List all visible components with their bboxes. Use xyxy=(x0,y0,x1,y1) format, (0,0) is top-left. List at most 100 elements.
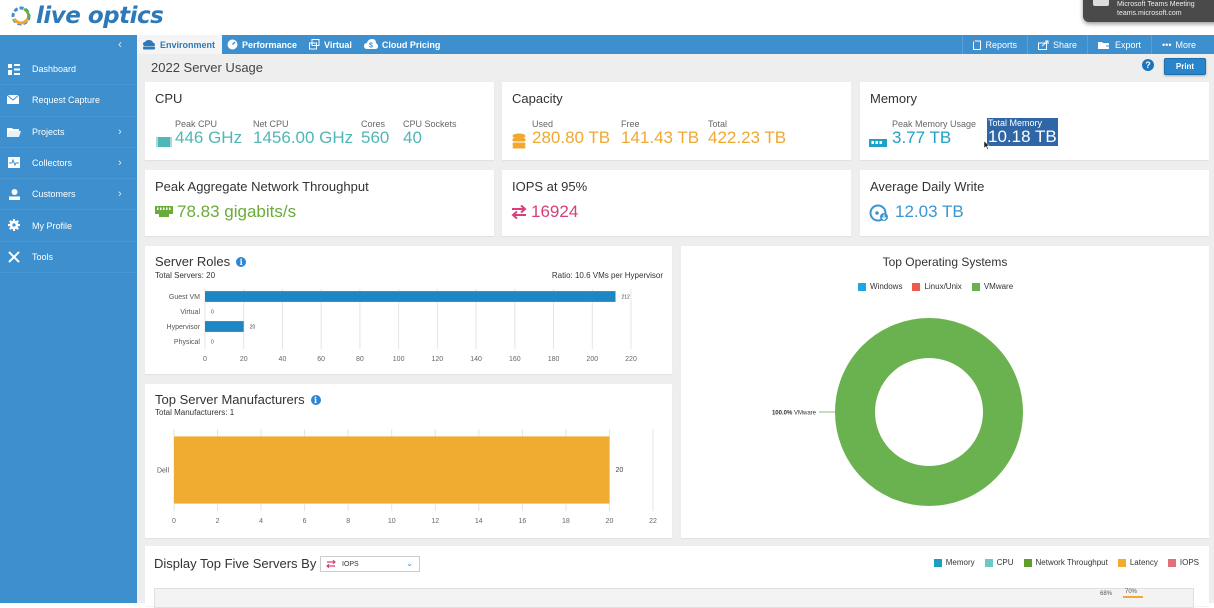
legend-item[interactable]: IOPS xyxy=(1167,558,1199,567)
teams-icon xyxy=(1093,0,1109,6)
metric-value: 10.18 TB xyxy=(988,127,1057,146)
sidebar-item-collectors[interactable]: Collectors › xyxy=(0,148,137,180)
bar-value-label: 0 xyxy=(211,340,214,346)
more-button[interactable]: ••• More xyxy=(1151,35,1206,54)
legend-item[interactable]: CPU xyxy=(984,558,1014,567)
sidebar-label: Request Capture xyxy=(32,95,101,106)
sidebar-item-tools[interactable]: Tools xyxy=(0,242,137,274)
network-port-icon xyxy=(155,206,173,218)
chevron-right-icon: › xyxy=(118,188,122,201)
value-label: 68% xyxy=(1100,591,1113,597)
sidebar-item-dashboard[interactable]: Dashboard xyxy=(0,54,137,86)
card-title: IOPS at 95% xyxy=(512,179,588,194)
mail-icon xyxy=(7,94,21,106)
x-tick-label: 160 xyxy=(509,356,521,363)
action-bar: Reports Share Export ••• More xyxy=(962,35,1206,54)
x-tick-label: 6 xyxy=(303,518,307,525)
legend-label: Network Throughput xyxy=(1035,558,1108,567)
sidebar-item-projects[interactable]: Projects › xyxy=(0,117,137,148)
x-tick-label: 100 xyxy=(393,356,405,363)
manufacturers-card: Top Server Manufacturers i Total Manufac… xyxy=(145,384,672,538)
tab-performance[interactable]: Performance xyxy=(222,35,304,54)
x-tick-label: 0 xyxy=(172,518,176,525)
logo[interactable]: live optics xyxy=(10,3,164,29)
iops-card: IOPS at 95% 16924 xyxy=(502,170,851,236)
tab-bar: Environment Performance Virtual $ Cloud … xyxy=(137,35,447,54)
legend-swatch xyxy=(933,558,942,567)
card-title: Capacity xyxy=(512,91,563,106)
tab-cloud-pricing[interactable]: $ Cloud Pricing xyxy=(359,35,448,54)
total-metric: Total 422.23 TB xyxy=(708,119,786,147)
tools-icon xyxy=(7,251,21,263)
dashboard-icon xyxy=(7,63,21,75)
notification-title: Microsoft Teams Meeting xyxy=(1117,1,1195,8)
bar xyxy=(205,321,244,332)
reports-button[interactable]: Reports xyxy=(962,35,1027,54)
x-tick-label: 200 xyxy=(586,356,598,363)
net-cpu-metric: Net CPU 1456.00 GHz xyxy=(253,119,353,147)
sidebar-label: Customers xyxy=(32,189,76,200)
sidebar-label: Projects xyxy=(32,126,65,137)
y-category-label: Hypervisor xyxy=(167,324,201,331)
export-icon xyxy=(1098,40,1111,50)
manufacturers-chart: 0 2 4 6 8 10 12 14 16 18 20 22 Dell 20 xyxy=(157,429,657,525)
select-value: IOPS xyxy=(342,560,359,568)
peak-memory-metric: Peak Memory Usage 3.77 TB xyxy=(892,119,976,147)
top-bar: live optics Microsoft Teams Meeting team… xyxy=(0,0,1214,35)
help-icon[interactable]: ? xyxy=(1142,59,1154,71)
tab-label: Virtual xyxy=(324,39,352,50)
teams-notification[interactable]: Microsoft Teams Meeting teams.microsoft.… xyxy=(1083,0,1214,22)
card-title: Average Daily Write xyxy=(870,179,985,194)
tab-label: Cloud Pricing xyxy=(381,39,441,50)
nav-bar: ‹ Environment Performance Virtual $ Clou… xyxy=(0,35,1214,54)
share-icon xyxy=(1037,40,1049,50)
tab-environment[interactable]: Environment xyxy=(137,35,223,54)
legend-label: CPU xyxy=(996,558,1014,567)
legend-item[interactable]: Network Throughput xyxy=(1023,558,1108,567)
x-tick-label: 20 xyxy=(240,356,248,363)
disk-write-icon xyxy=(869,204,889,222)
sidebar-label: Tools xyxy=(32,251,54,262)
legend-swatch xyxy=(984,558,993,567)
x-tick-label: 10 xyxy=(388,518,396,525)
tab-label: Performance xyxy=(242,39,298,50)
x-tick-label: 60 xyxy=(317,356,325,363)
metric-value: 280.80 TB xyxy=(532,128,611,147)
x-tick-label: 180 xyxy=(548,356,560,363)
more-icon: ••• xyxy=(1162,39,1172,50)
legend-label: Memory xyxy=(945,558,975,567)
legend-swatch xyxy=(1117,558,1126,567)
x-tick-label: 22 xyxy=(649,518,657,525)
legend-item[interactable]: Memory xyxy=(933,558,975,567)
sidebar-item-request-capture[interactable]: Request Capture xyxy=(0,85,137,117)
sidebar-item-customers[interactable]: Customers › xyxy=(0,179,137,211)
top-five-legend: Memory CPU Network Throughput Latency IOPS xyxy=(933,558,1209,567)
sidebar-label: Dashboard xyxy=(32,64,77,75)
sidebar-label: Collectors xyxy=(32,158,73,169)
mouse-cursor-icon xyxy=(984,141,990,150)
donut-slice xyxy=(835,318,1023,506)
x-tick-label: 0 xyxy=(203,356,207,363)
export-button[interactable]: Export xyxy=(1087,35,1151,54)
chevron-right-icon: › xyxy=(118,125,122,138)
y-category-label: Dell xyxy=(157,468,170,475)
share-label: Share xyxy=(1052,39,1078,50)
x-tick-label: 20 xyxy=(606,518,614,525)
collapse-sidebar-icon[interactable]: ‹ xyxy=(118,37,122,51)
metric-select[interactable]: IOPS ⌄ xyxy=(320,556,420,572)
print-button[interactable]: Print xyxy=(1164,58,1206,75)
sidebar-item-my-profile[interactable]: My Profile xyxy=(0,210,137,242)
svg-text:$: $ xyxy=(369,43,373,50)
share-button[interactable]: Share xyxy=(1026,35,1087,54)
total-memory-metric: Total Memory 10.18 TB xyxy=(987,118,1058,146)
metric-value: 1456.00 GHz xyxy=(253,128,354,147)
top-five-title: Display Top Five Servers By xyxy=(154,556,317,571)
chevron-right-icon: › xyxy=(118,157,122,170)
legend-item[interactable]: Latency xyxy=(1117,558,1158,567)
memory-card: Memory Peak Memory Usage 3.77 TB Total M… xyxy=(860,82,1209,160)
card-title: CPU xyxy=(155,91,183,106)
logo-text: live optics xyxy=(36,3,164,29)
y-category-label: Guest VM xyxy=(169,294,200,301)
y-category-label: Virtual xyxy=(180,309,200,316)
tab-virtual[interactable]: Virtual xyxy=(304,35,359,54)
